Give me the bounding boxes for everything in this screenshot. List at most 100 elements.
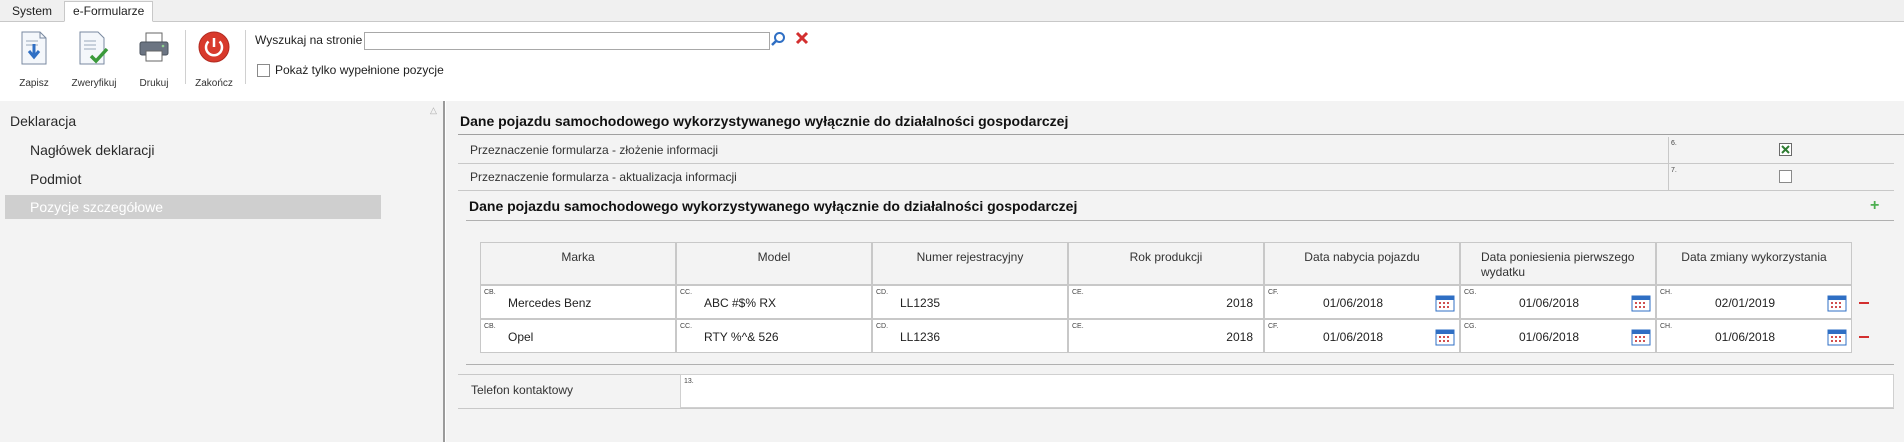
column-header-wydatek: Data poniesienia pierwszego wydatku <box>1460 242 1656 285</box>
cell-value: 01/06/2018 <box>1519 296 1580 310</box>
calendar-icon[interactable] <box>1435 294 1455 312</box>
table-cell-zmiana[interactable]: CH. 02/01/2019 <box>1656 285 1852 319</box>
cell-value: RTY %^& 526 <box>704 330 779 344</box>
field-number: CG. <box>1464 323 1477 330</box>
save-button[interactable]: Zapisz <box>10 30 58 89</box>
close-label: Zakończ <box>195 78 233 89</box>
column-header-nabycie: Data nabycia pojazdu <box>1264 242 1460 285</box>
table-cell-marka[interactable]: CB. Opel <box>480 319 676 353</box>
save-icon <box>21 31 47 65</box>
field-number: CG. <box>1464 289 1477 296</box>
field-number: CE. <box>1072 323 1084 330</box>
field-number: CC. <box>680 289 693 296</box>
calendar-icon[interactable] <box>1827 294 1847 312</box>
table-cell-nabycie[interactable]: CF. 01/06/2018 <box>1264 285 1460 319</box>
scroll-up-icon[interactable]: △ <box>430 105 437 116</box>
search-icon[interactable] <box>770 31 786 47</box>
table-cell-numer[interactable]: CD. LL1235 <box>872 285 1068 319</box>
cell-value: LL1235 <box>900 296 941 310</box>
show-filled-checkbox[interactable] <box>257 64 270 77</box>
nav-item-podmiot[interactable]: Podmiot <box>30 171 81 187</box>
cell-value: 01/06/2018 <box>1519 330 1580 344</box>
section-title: Dane pojazdu samochodowego wykorzystywan… <box>460 113 1069 129</box>
show-filled-label: Pokaż tylko wypełnione pozycje <box>275 63 444 77</box>
table-cell-wydatek[interactable]: CG. 01/06/2018 <box>1460 285 1656 319</box>
field-number: CH. <box>1660 289 1673 296</box>
print-icon <box>139 32 169 62</box>
tab-bar: System e-Formularze <box>0 0 1904 22</box>
divider <box>458 190 1894 191</box>
clear-icon[interactable] <box>795 31 809 45</box>
column-header-zmiana: Data zmiany wykorzystania <box>1656 242 1852 285</box>
phone-field[interactable]: 13. <box>680 374 1894 408</box>
table-cell-nabycie[interactable]: CF. 01/06/2018 <box>1264 319 1460 353</box>
field-number: CD. <box>876 323 889 330</box>
field-number: 7. <box>1671 167 1677 174</box>
purpose-row-zlozenie: Przeznaczenie formularza - złożenie info… <box>462 137 1894 163</box>
check-icon <box>1781 145 1790 154</box>
column-header-model: Model <box>676 242 872 285</box>
table-cell-rok[interactable]: CE. 2018 <box>1068 319 1264 353</box>
plus-icon[interactable]: + <box>1870 197 1879 215</box>
table-cell-model[interactable]: CC. ABC #$% RX <box>676 285 872 319</box>
ribbon: Zapisz Zweryfikuj Drukuj Zakończ <box>0 22 1904 89</box>
tab-e-formularze[interactable]: e-Formularze <box>64 1 154 22</box>
minus-icon[interactable] <box>1859 302 1869 304</box>
nav-root-deklaracja[interactable]: Deklaracja <box>10 113 76 129</box>
divider <box>1668 137 1669 190</box>
purpose-label: Przeznaczenie formularza - aktualizacja … <box>470 170 737 184</box>
column-header-rok: Rok produkcji <box>1068 242 1264 285</box>
minus-icon[interactable] <box>1859 336 1869 338</box>
table-cell-wydatek[interactable]: CG. 01/06/2018 <box>1460 319 1656 353</box>
calendar-icon[interactable] <box>1435 328 1455 346</box>
cell-value: 01/06/2018 <box>1323 330 1384 344</box>
splitter[interactable] <box>443 101 445 442</box>
calendar-icon[interactable] <box>1631 328 1651 346</box>
print-button[interactable]: Drukuj <box>130 30 178 89</box>
save-label: Zapisz <box>19 78 49 89</box>
cell-value: LL1236 <box>900 330 941 344</box>
purpose-checkbox-zlozenie[interactable] <box>1779 143 1792 156</box>
cell-value: Opel <box>508 330 534 344</box>
field-number: CD. <box>876 289 889 296</box>
purpose-row-aktualizacja: Przeznaczenie formularza - aktualizacja … <box>462 164 1894 190</box>
divider <box>458 408 1894 409</box>
cell-value: 2018 <box>1226 330 1253 344</box>
nav-item-pozycje[interactable]: Pozycje szczegółowe <box>5 195 381 219</box>
field-number: CE. <box>1072 289 1084 296</box>
print-label: Drukuj <box>139 78 169 89</box>
power-icon <box>198 31 230 63</box>
field-number: 6. <box>1671 140 1677 147</box>
cell-value: Mercedes Benz <box>508 296 592 310</box>
search-input[interactable] <box>364 32 770 50</box>
cell-value: ABC #$% RX <box>704 296 777 310</box>
field-number: CH. <box>1660 323 1673 330</box>
verify-button[interactable]: Zweryfikuj <box>70 30 118 89</box>
cell-value: 2018 <box>1226 296 1253 310</box>
cell-value: 01/06/2018 <box>1715 330 1776 344</box>
table-cell-zmiana[interactable]: CH. 01/06/2018 <box>1656 319 1852 353</box>
field-number: CB. <box>484 289 496 296</box>
phone-label: Telefon kontaktowy <box>471 383 574 397</box>
field-number: CF. <box>1268 323 1279 330</box>
divider <box>466 364 1894 365</box>
field-number: CF. <box>1268 289 1279 296</box>
calendar-icon[interactable] <box>1631 294 1651 312</box>
table-cell-marka[interactable]: CB. Mercedes Benz <box>480 285 676 319</box>
verify-label: Zweryfikuj <box>71 78 117 89</box>
field-number: 13. <box>684 378 694 385</box>
purpose-label: Przeznaczenie formularza - złożenie info… <box>470 143 719 157</box>
close-button[interactable]: Zakończ <box>190 30 238 89</box>
purpose-checkbox-aktualizacja[interactable] <box>1779 170 1792 183</box>
field-number: CC. <box>680 323 693 330</box>
tab-system[interactable]: System <box>4 2 60 20</box>
table-cell-rok[interactable]: CE. 2018 <box>1068 285 1264 319</box>
field-number: CB. <box>484 323 496 330</box>
ribbon-separator <box>245 30 246 84</box>
calendar-icon[interactable] <box>1827 328 1847 346</box>
nav-item-naglowek[interactable]: Nagłówek deklaracji <box>30 142 155 158</box>
table-cell-numer[interactable]: CD. LL1236 <box>872 319 1068 353</box>
column-header-numer: Numer rejestracyjny <box>872 242 1068 285</box>
table-cell-model[interactable]: CC. RTY %^& 526 <box>676 319 872 353</box>
divider <box>466 220 1894 221</box>
